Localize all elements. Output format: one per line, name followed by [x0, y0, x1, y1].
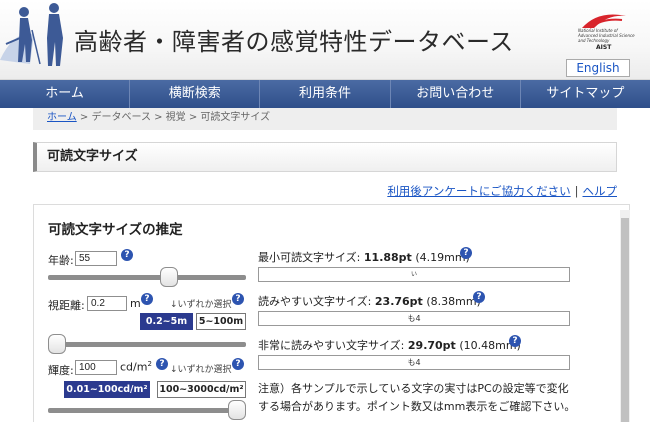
panel-title: 可読文字サイズの推定 [48, 222, 183, 238]
nav-item-contact[interactable]: お問い合わせ [391, 80, 521, 108]
help-link[interactable]: ヘルプ [583, 184, 618, 198]
section-title: 可読文字サイズ [33, 142, 617, 172]
breadcrumb-trail: > データベース > 視覚 > 可読文字サイズ [76, 112, 271, 123]
easy-size-label: 読みやすい文字サイズ: [258, 295, 372, 308]
age-help-icon[interactable]: ? [121, 249, 133, 261]
main-nav: ホーム 横断検索 利用条件 お問い合わせ サイトマップ [0, 80, 650, 108]
site-header: 高齢者・障害者の感覚特性データベース National Institute of… [0, 0, 650, 80]
scrollbar-thumb[interactable] [621, 218, 629, 422]
nav-item-sitemap[interactable]: サイトマップ [521, 80, 650, 108]
luminance-select-help-icon[interactable]: ? [232, 358, 244, 370]
breadcrumb: ホーム > データベース > 視覚 > 可読文字サイズ [33, 108, 617, 130]
age-slider-track[interactable] [48, 275, 246, 280]
luminance-option-high[interactable]: 100~3000cd/m² [157, 381, 246, 398]
distance-slider-thumb[interactable] [48, 334, 66, 354]
easy-size-pt: 23.76pt [374, 295, 423, 308]
very-easy-size-result: 非常に読みやすい文字サイズ: 29.70pt (10.48mm) [258, 337, 521, 353]
top-links: 利用後アンケートにご協力ください | ヘルプ [387, 183, 617, 199]
distance-select-help-icon[interactable]: ? [232, 293, 244, 305]
distance-label: 視距離: [48, 299, 85, 312]
min-size-label: 最小可読文字サイズ: [258, 251, 361, 264]
aist-name: AIST [596, 44, 612, 51]
age-input[interactable]: 55 [75, 251, 117, 266]
luminance-input[interactable]: 100 [75, 360, 117, 375]
luminance-unit-sup: 2 [147, 360, 152, 368]
very-easy-size-pt: 29.70pt [407, 339, 456, 352]
min-size-pt: 11.88pt [363, 251, 412, 264]
luminance-select-note: ↓いずれか選択 [170, 365, 232, 375]
easy-size-result: 読みやすい文字サイズ: 23.76pt (8.38mm) [258, 293, 481, 309]
luminance-label: 輝度: [48, 364, 74, 377]
min-size-result: 最小可読文字サイズ: 11.88pt (4.19mm) [258, 249, 470, 265]
min-size-sample: い [258, 267, 570, 282]
link-separator: | [574, 184, 579, 198]
luminance-slider-thumb[interactable] [228, 400, 246, 420]
site-title: 高齢者・障害者の感覚特性データベース [74, 28, 514, 56]
distance-unit: m [130, 297, 141, 310]
nav-item-search[interactable]: 横断検索 [130, 80, 261, 108]
luminance-help-icon[interactable]: ? [156, 358, 168, 370]
breadcrumb-home-link[interactable]: ホーム [47, 112, 77, 123]
luminance-option-low[interactable]: 0.01~100cd/m² [64, 381, 150, 398]
page: 高齢者・障害者の感覚特性データベース National Institute of… [0, 0, 650, 422]
distance-help-icon[interactable]: ? [141, 293, 153, 305]
size-note: 注意）各サンプルで示している文字の実寸はPCの設定等で変化する場合があります。ポ… [258, 382, 576, 413]
easy-size-sample: も4 [258, 311, 570, 326]
distance-option-near[interactable]: 0.2~5m [140, 313, 193, 330]
luminance-slider-track[interactable] [48, 408, 246, 413]
distance-input[interactable]: 0.2 [87, 296, 127, 311]
very-easy-size-label: 非常に読みやすい文字サイズ: [258, 339, 405, 352]
survey-link[interactable]: 利用後アンケートにご協力ください [387, 184, 570, 198]
easy-size-help-icon[interactable]: ? [473, 291, 485, 303]
age-slider-thumb[interactable] [159, 267, 178, 287]
scrollbar[interactable] [620, 210, 630, 422]
aist-tagline: National Institute of Advanced Industria… [578, 28, 635, 43]
elderly-silhouette-logo [0, 3, 63, 66]
english-button[interactable]: English [566, 59, 630, 77]
luminance-unit-text: cd/m [120, 360, 148, 374]
distance-slider-track[interactable] [48, 342, 246, 347]
age-label: 年齢: [48, 254, 74, 267]
nav-item-home[interactable]: ホーム [0, 80, 131, 108]
min-size-help-icon[interactable]: ? [460, 247, 472, 259]
very-easy-size-help-icon[interactable]: ? [509, 335, 521, 347]
luminance-unit: cd/m2 [120, 360, 152, 374]
distance-select-note: ↓いずれか選択 [170, 300, 232, 310]
very-easy-size-sample: も4 [258, 355, 570, 370]
distance-option-far[interactable]: 5~100m [196, 313, 246, 330]
nav-item-terms[interactable]: 利用条件 [260, 80, 391, 108]
